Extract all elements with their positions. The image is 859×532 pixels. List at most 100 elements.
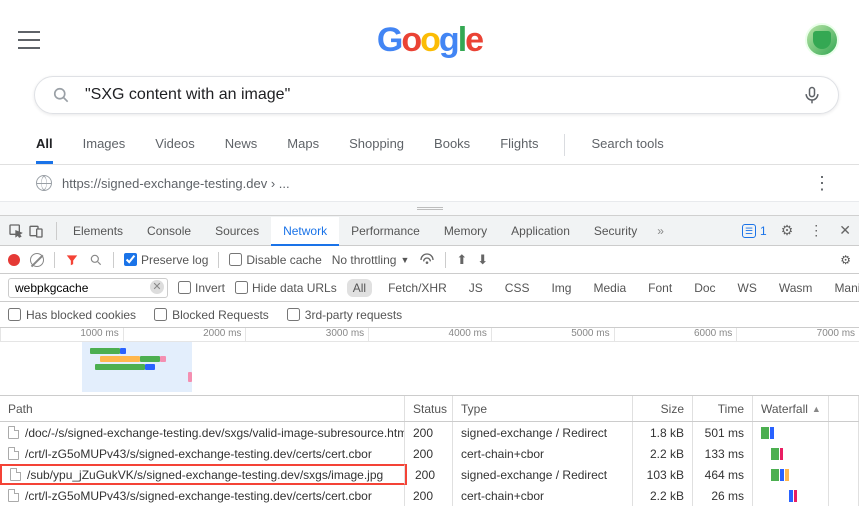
tab-maps[interactable]: Maps (287, 126, 319, 164)
network-conditions-icon[interactable] (419, 252, 435, 268)
row-time: 464 ms (693, 464, 753, 485)
row-time: 501 ms (693, 422, 753, 443)
table-row[interactable]: /crt/l-zG5oMUPv43/s/signed-exchange-test… (0, 485, 859, 506)
panel-application[interactable]: Application (499, 217, 582, 245)
issues-icon: ☰ (742, 224, 756, 238)
type-manifest[interactable]: Manifest (828, 279, 859, 297)
devtools-tabbar: Elements Console Sources Network Perform… (0, 216, 859, 246)
more-panels-icon[interactable]: » (649, 224, 672, 238)
preserve-log-label: Preserve log (141, 253, 208, 267)
tab-books[interactable]: Books (434, 126, 470, 164)
tab-images[interactable]: Images (83, 126, 126, 164)
timeline-tick: 5000 ms (491, 328, 614, 341)
col-path[interactable]: Path (0, 396, 405, 421)
tab-videos[interactable]: Videos (155, 126, 195, 164)
record-button[interactable] (8, 254, 20, 266)
clear-filter-icon[interactable]: ✕ (150, 280, 164, 294)
settings-icon[interactable]: ⚙ (773, 222, 802, 239)
import-icon[interactable]: ⬆ (456, 252, 467, 268)
row-path: /sub/ypu_jZuGukVK/s/signed-exchange-test… (27, 468, 383, 482)
col-waterfall[interactable]: Waterfall▲ (753, 396, 829, 421)
search-icon (51, 85, 71, 105)
hide-data-urls-checkbox[interactable]: Hide data URLs (235, 281, 337, 295)
blocked-cookies-checkbox[interactable]: Has blocked cookies (8, 308, 136, 322)
row-status: 200 (405, 422, 453, 443)
type-wasm[interactable]: Wasm (773, 279, 819, 297)
row-size: 103 kB (633, 464, 693, 485)
panel-elements[interactable]: Elements (61, 217, 135, 245)
table-row[interactable]: /doc/-/s/signed-exchange-testing.dev/sxg… (0, 422, 859, 443)
type-css[interactable]: CSS (499, 279, 536, 297)
tab-news[interactable]: News (225, 126, 258, 164)
type-all[interactable]: All (347, 279, 372, 297)
tab-shopping[interactable]: Shopping (349, 126, 404, 164)
search-result[interactable]: https://signed-exchange-testing.dev › ..… (0, 165, 859, 202)
row-path: /crt/l-zG5oMUPv43/s/signed-exchange-test… (25, 489, 372, 503)
invert-label: Invert (195, 281, 225, 295)
col-type[interactable]: Type (453, 396, 633, 421)
search-toggle-icon[interactable] (89, 253, 103, 267)
request-table-header: Path Status Type Size Time Waterfall▲ (0, 396, 859, 422)
mic-icon[interactable] (802, 85, 822, 105)
avatar[interactable] (805, 23, 839, 57)
type-media[interactable]: Media (587, 279, 632, 297)
panel-memory[interactable]: Memory (432, 217, 499, 245)
type-font[interactable]: Font (642, 279, 678, 297)
issues-button[interactable]: ☰1 (736, 224, 773, 238)
blocked-requests-label: Blocked Requests (172, 308, 269, 322)
type-fetch[interactable]: Fetch/XHR (382, 279, 453, 297)
filter-input[interactable] (8, 278, 168, 298)
filter-toggle-icon[interactable] (65, 253, 79, 267)
hamburger-menu[interactable] (18, 31, 40, 49)
search-input[interactable] (85, 86, 802, 104)
disable-cache-label: Disable cache (246, 253, 321, 267)
inspect-icon[interactable] (8, 223, 24, 239)
google-logo[interactable]: Google (355, 14, 505, 66)
timeline-tick: 2000 ms (123, 328, 246, 341)
request-table-body: /doc/-/s/signed-exchange-testing.dev/sxg… (0, 422, 859, 506)
issues-count: 1 (760, 224, 767, 238)
blocked-requests-checkbox[interactable]: Blocked Requests (154, 308, 269, 322)
document-icon (8, 489, 19, 502)
col-status[interactable]: Status (405, 396, 453, 421)
timeline-tick: 1000 ms (0, 328, 123, 341)
device-toggle-icon[interactable] (28, 223, 44, 239)
table-row[interactable]: /sub/ypu_jZuGukVK/s/signed-exchange-test… (0, 464, 859, 485)
invert-checkbox[interactable]: Invert (178, 281, 225, 295)
more-icon[interactable]: ⋮ (813, 173, 831, 194)
devtools-menu-icon[interactable]: ⋮ (801, 222, 831, 239)
panel-performance[interactable]: Performance (339, 217, 432, 245)
tab-flights[interactable]: Flights (500, 126, 538, 164)
network-toolbar: Preserve log Disable cache No throttling… (0, 246, 859, 274)
panel-security[interactable]: Security (582, 217, 649, 245)
row-waterfall (753, 443, 829, 464)
preserve-log-checkbox[interactable]: Preserve log (124, 253, 208, 267)
network-settings-icon[interactable]: ⚙ (840, 253, 851, 267)
row-type: cert-chain+cbor (453, 443, 633, 464)
type-ws[interactable]: WS (732, 279, 763, 297)
result-breadcrumb: › ... (267, 176, 289, 191)
panel-console[interactable]: Console (135, 217, 203, 245)
tab-search-tools[interactable]: Search tools (591, 126, 663, 164)
type-img[interactable]: Img (545, 279, 577, 297)
timeline-overview[interactable]: 1000 ms2000 ms3000 ms4000 ms5000 ms6000 … (0, 328, 859, 396)
col-size[interactable]: Size (633, 396, 693, 421)
clear-button[interactable] (30, 253, 44, 267)
document-icon (10, 468, 21, 481)
row-size: 2.2 kB (633, 485, 693, 506)
type-js[interactable]: JS (463, 279, 489, 297)
throttling-select[interactable]: No throttling▼ (332, 253, 410, 267)
panel-sources[interactable]: Sources (203, 217, 271, 245)
disable-cache-checkbox[interactable]: Disable cache (229, 253, 321, 267)
devtools-drag-handle[interactable] (0, 202, 859, 216)
tab-all[interactable]: All (36, 126, 53, 164)
row-time: 133 ms (693, 443, 753, 464)
export-icon[interactable]: ⬇ (477, 252, 488, 268)
close-devtools-icon[interactable]: ✕ (831, 222, 859, 239)
row-type: signed-exchange / Redirect (453, 464, 633, 485)
thirdparty-checkbox[interactable]: 3rd-party requests (287, 308, 402, 322)
panel-network[interactable]: Network (271, 217, 339, 246)
type-doc[interactable]: Doc (688, 279, 721, 297)
col-time[interactable]: Time (693, 396, 753, 421)
table-row[interactable]: /crt/l-zG5oMUPv43/s/signed-exchange-test… (0, 443, 859, 464)
